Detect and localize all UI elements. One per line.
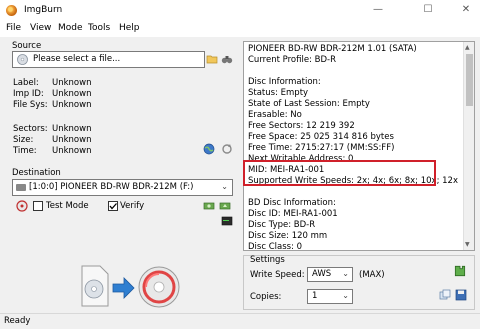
imp-id-field-label: Imp ID: (13, 89, 44, 99)
copy-settings-icon[interactable] (439, 289, 451, 301)
info-line: Current Profile: BD-R (248, 55, 336, 65)
info-line: Status: Empty (248, 88, 309, 98)
info-scrollbar[interactable]: ▲ ▼ (463, 42, 474, 250)
burning-disc-icon (138, 266, 180, 308)
disc-image-file-icon (81, 265, 109, 307)
size-field-label: Size: (13, 135, 34, 145)
file-sys-field-label: File Sys: (13, 100, 48, 110)
info-line: PIONEER BD-RW BDR-212M 1.01 (SATA) (248, 44, 417, 54)
scroll-thumb[interactable] (466, 54, 473, 106)
save-disk-icon[interactable] (455, 289, 467, 301)
menu-mode[interactable]: Mode (58, 23, 83, 33)
info-line: Disc ID: MEI-RA1-001 (248, 209, 338, 219)
imgburn-app-icon (6, 5, 17, 16)
menu-help[interactable]: Help (119, 23, 140, 33)
arrow-right-icon (112, 277, 135, 299)
close-button[interactable]: ✕ (458, 3, 474, 17)
verify-label: Verify (120, 201, 145, 211)
window-title: ImgBurn (24, 5, 63, 15)
imp-id-field-value: Unknown (52, 89, 92, 99)
source-group-label: Source (12, 41, 42, 51)
info-line: Disc Type: BD-R (248, 220, 316, 230)
write-speed-select[interactable]: AWS ⌄ (307, 267, 353, 282)
disc-info-panel[interactable]: PIONEER BD-RW BDR-212M 1.01 (SATA) Curre… (243, 41, 475, 251)
write-button[interactable] (80, 262, 190, 310)
copies-value: 1 (312, 291, 318, 301)
info-line: Free Sectors: 12 219 392 (248, 121, 355, 131)
source-file-box[interactable]: Please select a file... (12, 51, 205, 68)
menu-file[interactable]: File (6, 23, 21, 33)
destination-drive-select[interactable]: [1:0:0] PIONEER BD-RW BDR-212M (F:) ⌄ (12, 179, 233, 196)
highlight-box (243, 160, 436, 186)
main-window-client: Source Please select a file... Label: Un… (0, 37, 480, 313)
title-bar: ImgBurn — ☐ ✕ (0, 0, 480, 21)
info-line: Erasable: No (248, 110, 302, 120)
settings-group: Settings Write Speed: AWS ⌄ (MAX) Copies… (243, 255, 475, 310)
refresh-icon[interactable] (221, 143, 233, 155)
test-mode-label: Test Mode (46, 201, 89, 211)
sectors-field-label: Sectors: (13, 124, 48, 134)
write-speed-value: AWS (312, 269, 332, 279)
max-label: (MAX) (359, 270, 385, 280)
chevron-down-icon: ⌄ (221, 182, 228, 191)
info-line: BD Disc Information: (248, 198, 336, 208)
browse-folder-icon[interactable] (206, 53, 218, 65)
erase-disc-icon[interactable] (16, 200, 28, 212)
maximize-button[interactable]: ☐ (420, 3, 436, 17)
size-field-value: Unknown (52, 135, 92, 145)
globe-icon[interactable] (203, 143, 215, 155)
time-field-value: Unknown (52, 146, 92, 156)
test-mode-checkbox[interactable] (33, 201, 43, 211)
write-speed-label: Write Speed: (250, 270, 305, 280)
scroll-down-arrow-icon[interactable]: ▼ (465, 241, 470, 248)
menu-view[interactable]: View (30, 23, 51, 33)
status-text: Ready (4, 316, 31, 326)
scroll-up-arrow-icon[interactable]: ▲ (465, 44, 470, 51)
optical-drive-icon (16, 184, 26, 191)
checkmark-icon (109, 203, 117, 210)
chevron-down-icon: ⌄ (342, 291, 349, 300)
destination-drive-value: [1:0:0] PIONEER BD-RW BDR-212M (F:) (29, 182, 194, 192)
drive-properties-icon[interactable] (203, 200, 215, 212)
source-placeholder: Please select a file... (33, 54, 121, 64)
copies-select[interactable]: 1 ⌄ (307, 289, 353, 304)
info-line: State of Last Session: Empty (248, 99, 370, 109)
status-bar: Ready (0, 313, 480, 329)
info-line: Disc Information: (248, 77, 321, 87)
binoculars-icon[interactable] (221, 53, 233, 65)
time-field-label: Time: (13, 146, 37, 156)
label-field-value: Unknown (52, 78, 92, 88)
sectors-field-value: Unknown (52, 124, 92, 134)
eject-tray-icon[interactable] (219, 200, 231, 212)
info-line: Disc Class: 0 (248, 242, 303, 251)
log-window-icon[interactable] (221, 215, 233, 227)
calculator-puzzle-icon[interactable] (453, 264, 467, 278)
info-line: Free Time: 2715:27:17 (MM:SS:FF) (248, 143, 395, 153)
destination-group-label: Destination (12, 168, 61, 178)
minimize-button[interactable]: — (370, 3, 386, 17)
menu-bar: File View Mode Tools Help (0, 21, 480, 37)
copies-label: Copies: (250, 292, 282, 302)
menu-tools[interactable]: Tools (88, 23, 110, 33)
info-line: Disc Size: 120 mm (248, 231, 328, 241)
settings-group-label: Settings (250, 255, 285, 265)
verify-checkbox[interactable] (108, 201, 118, 211)
label-field-label: Label: (13, 78, 39, 88)
info-line: Free Space: 25 025 314 816 bytes (248, 132, 394, 142)
file-sys-field-value: Unknown (52, 100, 92, 110)
disc-image-file-icon (17, 54, 28, 65)
chevron-down-icon: ⌄ (342, 269, 349, 278)
